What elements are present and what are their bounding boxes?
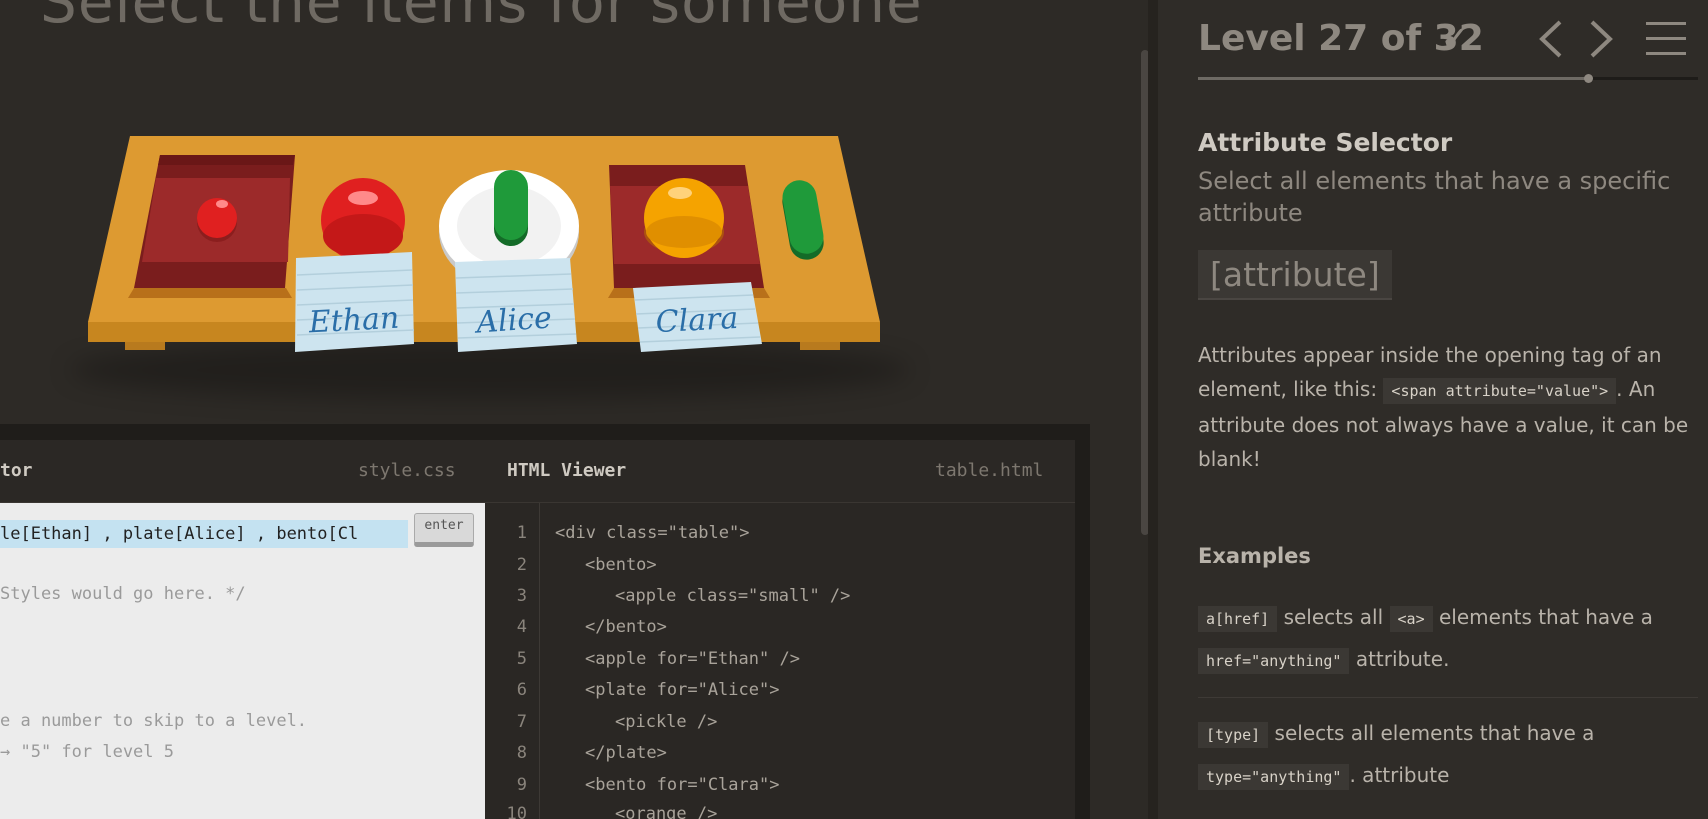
line-number: 4: [516, 617, 527, 637]
example-text: selects all: [1277, 605, 1390, 629]
level-progress-marker: [1584, 74, 1593, 83]
note-label-alice: Alice: [472, 300, 553, 340]
selector-name: Attribute Selector: [1198, 128, 1453, 157]
note-label-ethan: Ethan: [307, 301, 400, 341]
line-number: 9: [516, 775, 527, 795]
pickle-on-plate[interactable]: [494, 170, 528, 246]
previous-level-button[interactable]: [1536, 18, 1566, 60]
example-text: . attribute: [1349, 763, 1450, 787]
code-line[interactable]: </plate>: [585, 743, 667, 763]
selector-hint: Attributes appear inside the opening tag…: [1198, 338, 1708, 476]
code-line[interactable]: <orange />: [615, 804, 717, 819]
line-number: 3: [516, 586, 527, 606]
selector-syntax: [attribute]: [1198, 250, 1392, 300]
apple-small[interactable]: [197, 198, 237, 242]
css-input-highlight: le[Ethan] , plate[Alice] , bento[Cl: [0, 520, 408, 548]
table-scene: Ethan Alice Clara: [0, 0, 1143, 420]
line-number: 2: [516, 555, 527, 575]
next-level-button[interactable]: [1586, 18, 1616, 60]
example-code: [type]: [1198, 722, 1269, 748]
example-text: attribute.: [1349, 647, 1450, 671]
example-item: a[href] selects all <a> elements that ha…: [1198, 597, 1708, 681]
level-progress-bar: [1198, 74, 1698, 83]
check-icon: ✓: [1440, 18, 1471, 59]
note-label-clara: Clara: [655, 301, 739, 340]
example-code: type="anything": [1198, 764, 1350, 790]
line-number: 10: [506, 804, 527, 819]
table-illustration: Ethan Alice Clara: [88, 136, 880, 352]
html-viewer-title: HTML Viewer: [507, 460, 627, 481]
enter-button[interactable]: enter: [414, 513, 474, 547]
level-progress-fill: [1198, 77, 1588, 80]
chevron-right-icon: [1590, 20, 1613, 58]
example-code: a[href]: [1198, 606, 1278, 632]
css-editor-header: tor style.css: [0, 440, 485, 503]
html-viewer-header: HTML Viewer table.html: [485, 440, 1075, 503]
name-note-clara: Clara: [633, 282, 762, 352]
code-line[interactable]: <apple for="Ethan" />: [585, 649, 800, 669]
code-line[interactable]: </bento>: [585, 617, 667, 637]
line-number: 6: [516, 680, 527, 700]
example-item: [type] selects all elements that have a …: [1198, 713, 1708, 797]
hint-code: <span attribute="value">: [1383, 378, 1617, 404]
name-note-ethan: Ethan: [295, 252, 415, 352]
example-text: selects all elements that have a: [1268, 721, 1595, 745]
code-line[interactable]: <bento for="Clara">: [585, 775, 779, 795]
examples-heading: Examples: [1198, 544, 1311, 568]
html-viewer-filename: table.html: [935, 460, 1044, 481]
orange-in-bento[interactable]: [644, 178, 724, 258]
line-number: 1: [516, 523, 527, 543]
sidebar: Level 27 of 32 ✓ Attribute Selector Sele…: [1148, 0, 1708, 819]
code-line[interactable]: <div class="table">: [555, 523, 749, 543]
code-line[interactable]: <pickle />: [615, 712, 717, 732]
css-editor-filename: style.css: [358, 460, 456, 481]
css-comment-line: Styles would go here. */: [0, 584, 246, 604]
example-code: href="anything": [1198, 648, 1350, 674]
line-number: 7: [516, 712, 527, 732]
name-note-alice: Alice: [455, 258, 577, 352]
game-area: Select the items for someone Ethan Alice…: [0, 0, 1143, 819]
example-text: elements that have a: [1432, 605, 1653, 629]
code-line[interactable]: <plate for="Alice">: [585, 680, 779, 700]
line-number: 5: [516, 649, 527, 669]
example-divider: [1198, 697, 1698, 698]
chevron-left-icon: [1539, 20, 1562, 58]
css-help-line: → "5" for level 5: [0, 742, 174, 762]
example-code: <a>: [1389, 606, 1433, 632]
code-line[interactable]: <apple class="small" />: [615, 586, 850, 606]
selector-title: Select all elements that have a specific…: [1198, 167, 1671, 227]
line-number: 8: [516, 743, 527, 763]
menu-icon[interactable]: [1646, 22, 1686, 56]
css-selector-input[interactable]: le[Ethan] , plate[Alice] , bento[Cl: [0, 520, 408, 548]
css-help-line: e a number to skip to a level.: [0, 711, 308, 731]
css-editor-title: tor: [0, 460, 33, 481]
code-line[interactable]: <bento>: [585, 555, 657, 575]
apple-ethan[interactable]: [321, 178, 405, 262]
